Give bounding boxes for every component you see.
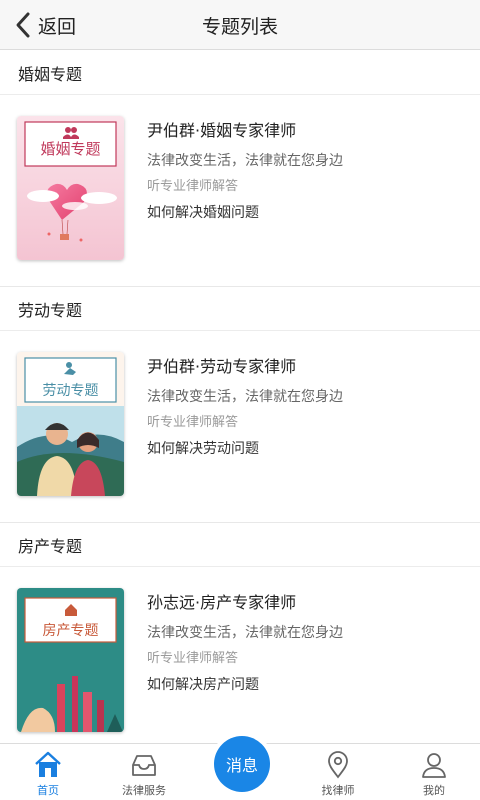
tab-mine-label: 我的 [423,784,445,797]
subtitle-text: 听专业律师解答 [147,651,239,666]
subtitle-text: 听专业律师解答 [147,179,239,194]
tab-mine[interactable]: 我的 [386,744,480,800]
tab-legal-label: 法律服务 [122,784,166,797]
inbox-icon [132,755,156,776]
top-bar: 返回 专题列表 [0,0,480,50]
slogan-text: 法律改变生活，法律就在您身边 [147,625,343,641]
cover-label-labor: 劳动专题 [42,383,99,399]
tab-find-lawyer[interactable]: 找律师 [290,744,386,800]
lawyer-name: 孙志远·房产专家律师 [147,593,297,612]
message-button[interactable]: 消息 [214,736,270,792]
tab-home[interactable]: 首页 [0,744,96,800]
location-pin-icon [328,751,348,779]
question-text: 如何解决劳动问题 [147,441,259,457]
page-title: 专题列表 [201,16,278,38]
subtitle-text: 听专业律师解答 [147,415,239,430]
cover-image-labor: 劳动专题 [17,352,124,496]
question-text: 如何解决房产问题 [147,677,259,693]
bottom-tab-bar: 首页 法律服务 消息 找律师 我的 [0,736,480,800]
cover-label-property: 房产专题 [42,623,99,639]
topic-list: 婚姻专题 婚姻专题 尹伯群·婚姻专家律师 法律改变生活，法律就在您身边 听专业律… [0,51,480,743]
section-heading-labor: 劳动专题 [0,287,480,331]
question-text: 如何解决婚姻问题 [147,205,259,221]
slogan-text: 法律改变生活，法律就在您身边 [147,153,343,169]
home-icon [35,751,61,777]
user-icon [422,753,446,778]
topic-card-marriage[interactable]: 婚姻专题 尹伯群·婚姻专家律师 法律改变生活，法律就在您身边 听专业律师解答 如… [0,95,480,287]
section-heading-property: 房产专题 [0,523,480,567]
tab-home-label: 首页 [37,784,59,797]
lawyer-name: 尹伯群·劳动专家律师 [147,357,297,376]
topic-card-labor[interactable]: 劳动专题 尹伯群·劳动专家律师 法律改变生活，法律就在您身边 听专业律师解答 如… [0,331,480,523]
cover-image-property: 房产专题 [17,588,124,732]
cover-image-marriage: 婚姻专题 [17,116,124,260]
lawyer-name: 尹伯群·婚姻专家律师 [147,121,297,140]
tab-find-lawyer-label: 找律师 [321,784,355,797]
tab-legal-service[interactable]: 法律服务 [96,744,192,800]
slogan-text: 法律改变生活，法律就在您身边 [147,389,343,405]
section-heading-marriage: 婚姻专题 [0,51,480,95]
topic-card-property[interactable]: 房产专题 孙志远·房产专家律师 法律改变生活，法律就在您身边 听专业律师解答 如… [0,567,480,743]
cover-label-marriage: 婚姻专题 [40,140,101,158]
